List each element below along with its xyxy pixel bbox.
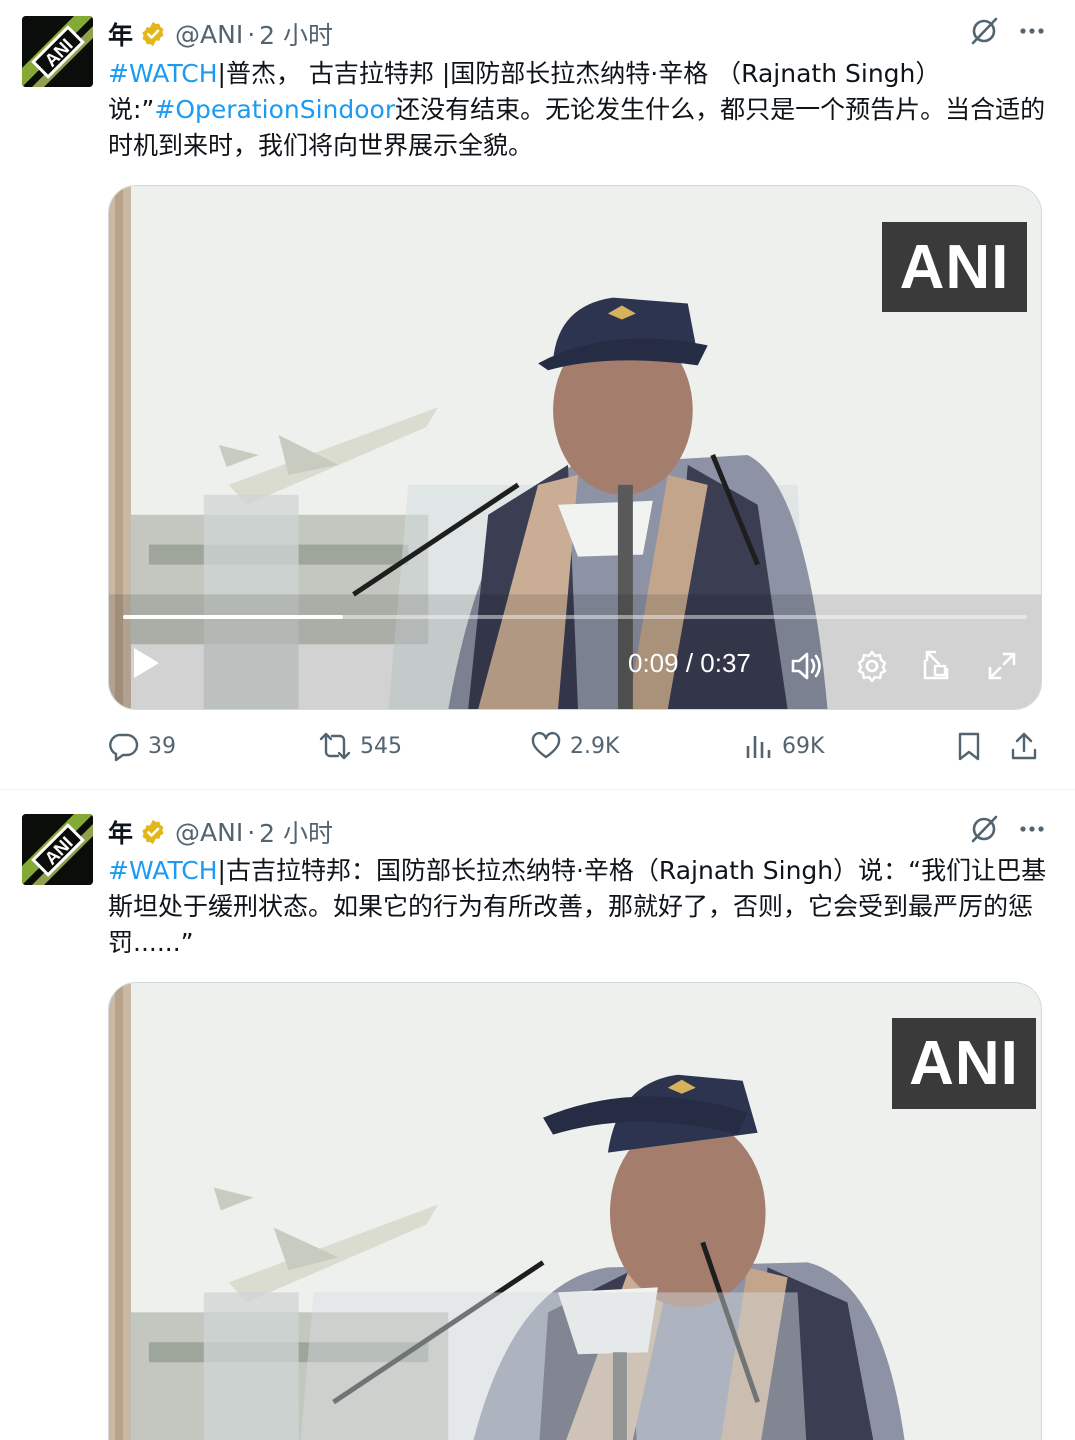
tweet[interactable]: ANI 年 @ANI · 2 小时 #WATCH|古吉拉特邦：国防部长拉杰纳特·… [0,798,1075,1440]
more-icon[interactable] [1017,814,1047,844]
settings-icon[interactable] [854,648,890,684]
verified-badge-icon [142,819,164,845]
tweet[interactable]: ANI 年 @ANI · 2 小时 #WATCH|普杰， 古吉拉特邦 |国防部长… [0,0,1075,790]
like-count: 2.9K [570,733,620,759]
tweet-header: 年 @ANI · 2 小时 [108,14,333,54]
header-actions [969,16,1047,46]
view-count: 69K [782,733,825,759]
display-name[interactable]: 年 [108,814,133,850]
video-player[interactable]: ANI [108,982,1042,1440]
share-button[interactable] [1008,730,1040,762]
separator: · [247,817,256,847]
verified-badge-icon [142,21,164,47]
reply-icon [109,733,139,762]
tweet-text-part: |古吉拉特邦：国防部长拉杰纳特·辛格（Rajnath Singh）说：“我们让巴… [108,856,1047,957]
views-icon [746,736,771,758]
avatar[interactable]: ANI [22,16,93,87]
pip-icon[interactable] [919,648,955,684]
timestamp[interactable]: 2 小时 [259,814,333,850]
reply-button[interactable]: 39 [108,730,176,762]
share-icon [1011,732,1037,760]
tweet-text: #WATCH|古吉拉特邦：国防部长拉杰纳特·辛格（Rajnath Singh）说… [108,853,1048,961]
tweet-actions: 39 545 2.9K 69K [108,730,1042,770]
tweet-text: #WATCH|普杰， 古吉拉特邦 |国防部长拉杰纳特·辛格 （Rajnath S… [108,56,1048,164]
separator: · [247,19,256,49]
views-button[interactable]: 69K [744,730,824,762]
display-name[interactable]: 年 [108,16,133,52]
tweet-header: 年 @ANI · 2 小时 [108,812,333,852]
ani-logo: ANI [22,814,93,885]
avatar[interactable]: ANI [22,814,93,885]
repost-button[interactable]: 545 [318,730,402,762]
hashtag-link[interactable]: #WATCH [108,59,218,88]
handle[interactable]: @ANI [175,20,243,49]
video-controls: 0:09 / 0:37 [109,636,1041,696]
fullscreen-icon[interactable] [984,648,1020,684]
volume-icon[interactable] [789,648,825,684]
play-icon[interactable] [131,646,161,680]
repost-count: 545 [360,733,402,759]
bookmark-icon [958,732,980,761]
header-actions [969,814,1047,844]
bookmark-button[interactable] [954,730,984,762]
hashtag-link[interactable]: #OperationSindoor [154,95,395,124]
hashtag-link[interactable]: #WATCH [108,856,218,885]
grok-icon[interactable] [969,16,999,46]
timestamp[interactable]: 2 小时 [259,16,333,52]
video-progress-bar[interactable] [123,615,1027,619]
ani-watermark: ANI [882,222,1027,312]
ani-logo: ANI [22,16,93,87]
like-icon [531,731,561,759]
repost-icon [319,732,351,760]
grok-icon[interactable] [969,814,999,844]
video-progress-fill [123,615,343,619]
more-icon[interactable] [1017,16,1047,46]
video-time: 0:09 / 0:37 [628,648,751,678]
ani-watermark: ANI [892,1018,1036,1109]
handle[interactable]: @ANI [175,818,243,847]
like-button[interactable]: 2.9K [530,730,619,762]
video-player[interactable]: ANI 0:09 / 0:37 [108,185,1042,710]
reply-count: 39 [148,733,176,759]
